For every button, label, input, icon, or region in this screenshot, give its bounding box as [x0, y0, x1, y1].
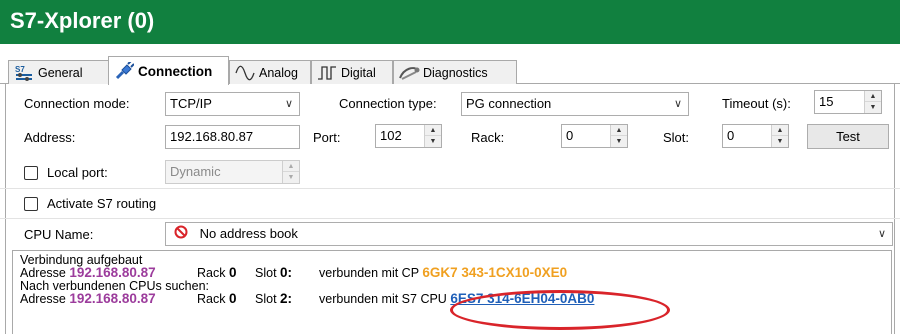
port-value: 102 — [380, 128, 402, 143]
log-slot-value: 2: — [280, 291, 293, 306]
log-address: 192.168.80.87 — [69, 291, 156, 306]
tab-connection-label: Connection — [138, 63, 213, 79]
rack-label: Rack: — [471, 130, 505, 145]
no-entry-icon — [174, 224, 188, 245]
tab-general-label: General — [38, 65, 83, 80]
timeout-stepper[interactable]: 15 ▲ ▼ — [814, 90, 882, 114]
tab-digital-label: Digital — [341, 65, 376, 80]
title-bar: S7-Xplorer (0) — [0, 0, 900, 44]
svg-text:S7: S7 — [15, 65, 25, 74]
local-port-label: Local port: — [47, 165, 108, 180]
cpu-name-value: No address book — [199, 226, 298, 241]
log-line: Adresse 192.168.80.87 — [20, 265, 156, 280]
log-slot-label: Slot — [255, 292, 277, 306]
log-rack: Rack 0 — [197, 291, 237, 306]
tab-strip: S7 General Connection Analog Digital Dia… — [0, 55, 900, 85]
address-value: 192.168.80.87 — [170, 129, 254, 144]
cpu-name-select[interactable]: No address book ∨ — [165, 222, 893, 246]
connection-type-label: Connection type: — [339, 96, 437, 111]
tab-general[interactable]: S7 General — [8, 60, 109, 84]
log-slot: Slot 2: — [255, 291, 293, 306]
log-slot-value: 0: — [280, 265, 293, 280]
sine-wave-icon — [234, 64, 256, 82]
divider — [0, 188, 900, 189]
connection-mode-select[interactable]: TCP/IP ∨ — [165, 92, 300, 116]
slot-label: Slot: — [663, 130, 690, 145]
app-title: S7-Xplorer (0) — [10, 8, 155, 33]
tab-diagnostics[interactable]: Diagnostics — [393, 60, 517, 84]
timeout-spin-buttons[interactable]: ▲ ▼ — [864, 91, 881, 113]
log-address-label: Adresse — [20, 292, 66, 306]
slot-spin-buttons[interactable]: ▲ ▼ — [771, 125, 788, 147]
connection-mode-value: TCP/IP — [170, 96, 212, 111]
plug-icon — [113, 62, 135, 80]
highlight-ellipse — [450, 290, 670, 330]
log-address: 192.168.80.87 — [69, 265, 156, 280]
log-slot: Slot 0: — [255, 265, 293, 280]
chevron-down-icon: ∨ — [673, 98, 682, 110]
log-output: Verbindung aufgebaut Adresse 192.168.80.… — [12, 250, 892, 334]
log-slot-label: Slot — [255, 266, 277, 280]
timeout-value: 15 — [819, 94, 834, 109]
address-field[interactable]: 192.168.80.87 — [165, 125, 300, 149]
s7-routing-label: Activate S7 routing — [47, 196, 157, 211]
address-label: Address: — [24, 130, 76, 145]
timeout-label: Timeout (s): — [722, 96, 791, 111]
log-rack-label: Rack — [197, 266, 226, 280]
s7-routing-checkbox[interactable] — [24, 197, 38, 211]
log-connection-text: verbunden mit CP 6GK7 343-1CX10-0XE0 — [319, 265, 568, 280]
log-cp-product: 6GK7 343-1CX10-0XE0 — [422, 265, 568, 280]
log-text: verbunden mit CP — [319, 266, 419, 280]
tab-diagnostics-label: Diagnostics — [423, 65, 488, 80]
local-port-spin-buttons: ▲ ▼ — [282, 161, 299, 183]
tab-analog[interactable]: Analog — [229, 60, 311, 84]
divider — [0, 218, 900, 219]
port-spin-buttons[interactable]: ▲ ▼ — [424, 125, 441, 147]
square-wave-icon — [316, 64, 338, 82]
slot-stepper[interactable]: 0 ▲ ▼ — [722, 124, 789, 148]
port-label: Port: — [313, 130, 341, 145]
tab-connection[interactable]: Connection — [108, 56, 229, 85]
diagnostics-icon — [398, 64, 420, 82]
rack-spin-buttons[interactable]: ▲ ▼ — [610, 125, 627, 147]
local-port-value: Dynamic — [170, 164, 221, 179]
log-address-label: Adresse — [20, 266, 66, 280]
log-rack-label: Rack — [197, 292, 226, 306]
tab-digital[interactable]: Digital — [311, 60, 393, 84]
slot-value: 0 — [727, 128, 735, 143]
tab-analog-label: Analog — [259, 65, 298, 80]
cpu-name-label: CPU Name: — [24, 227, 94, 242]
chevron-down-icon: ∨ — [877, 228, 886, 240]
local-port-stepper: Dynamic ▲ ▼ — [165, 160, 300, 184]
connection-mode-label: Connection mode: — [24, 96, 130, 111]
log-rack: Rack 0 — [197, 265, 237, 280]
log-line: Adresse 192.168.80.87 — [20, 291, 156, 306]
chevron-down-icon: ∨ — [284, 98, 293, 110]
log-rack-value: 0 — [228, 265, 237, 280]
port-stepper[interactable]: 102 ▲ ▼ — [375, 124, 442, 148]
connection-type-select[interactable]: PG connection ∨ — [461, 92, 689, 116]
rack-value: 0 — [566, 128, 574, 143]
connection-type-value: PG connection — [466, 96, 552, 111]
log-rack-value: 0 — [228, 291, 237, 306]
test-button[interactable]: Test — [807, 124, 889, 149]
local-port-checkbox[interactable] — [24, 166, 38, 180]
rack-stepper[interactable]: 0 ▲ ▼ — [561, 124, 628, 148]
s7-icon: S7 — [13, 64, 35, 82]
log-text: verbunden mit S7 CPU — [319, 292, 447, 306]
